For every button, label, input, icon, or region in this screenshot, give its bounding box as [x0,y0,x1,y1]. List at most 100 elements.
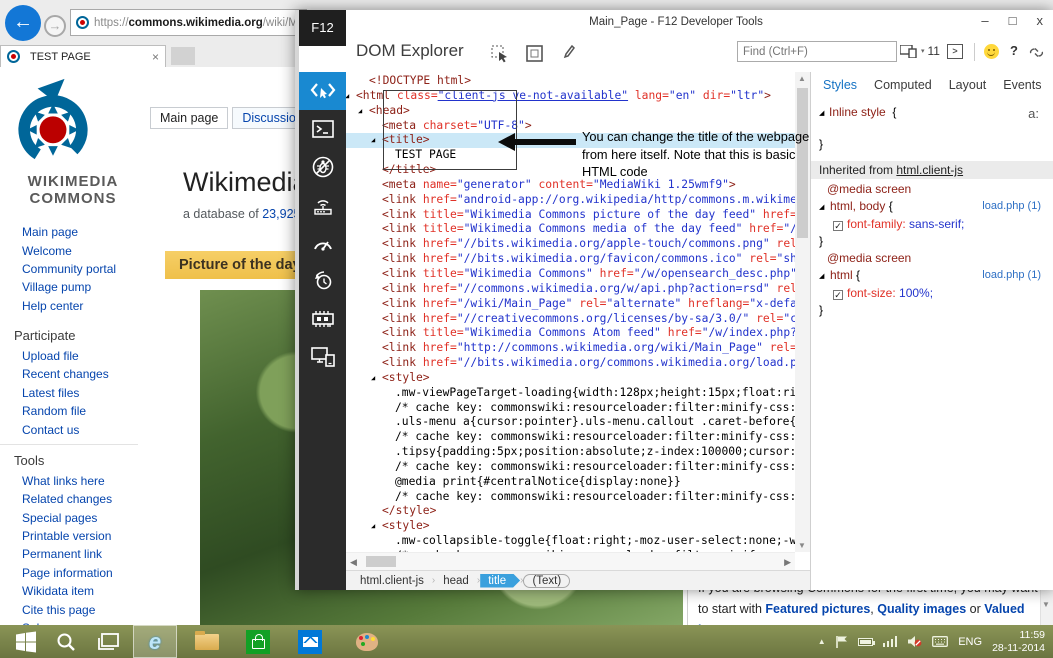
ui-responsiveness-icon[interactable] [299,224,346,262]
tab-computed[interactable]: Computed [874,78,932,92]
property-checkbox[interactable]: ✓ [833,290,843,300]
taskbar-clock[interactable]: 11:59 28-11-2014 [992,629,1045,654]
dom-tree-node[interactable]: .mw-viewPageTarget-loading{width:128px;h… [346,386,795,401]
minimize-button[interactable]: – [981,13,988,28]
tab-events[interactable]: Events [1003,78,1041,92]
console-icon[interactable] [299,110,346,148]
commons-logo[interactable]: WIKIMEDIA COMMONS [0,67,146,207]
emulation-icon[interactable] [299,338,346,376]
breadcrumb-item-text[interactable]: (Text) [523,574,570,588]
dom-tree-node[interactable]: <link title="Wikimedia Commons" href="/w… [346,267,795,282]
article-tab-main-page[interactable]: Main page [150,107,228,129]
language-indicator[interactable]: ENG [958,636,982,648]
keyboard-icon[interactable] [932,636,948,647]
sidebar-link-latest-files[interactable]: Latest files [0,384,146,402]
expand-arrow-icon[interactable]: ◢ [371,371,382,386]
forward-button[interactable]: → [44,15,66,37]
dom-tree-node[interactable]: </style> [346,504,795,519]
dom-tree-node[interactable]: .uls-menu a{cursor:pointer}.uls-menu.cal… [346,415,795,430]
color-picker-icon[interactable] [559,45,575,61]
internet-explorer-button[interactable]: e [133,625,177,658]
scrollbar-thumb[interactable] [366,556,396,567]
dom-tree-node[interactable]: <link title="Wikimedia Commons Atom feed… [346,326,795,341]
sidebar-link-welcome[interactable]: Welcome [0,241,146,259]
property-checkbox[interactable]: ✓ [833,221,843,231]
dom-tree-node[interactable]: @media print{#centralNotice{display:none… [346,475,795,490]
scroll-left-icon[interactable]: ◀ [350,557,357,568]
scroll-right-icon[interactable]: ▶ [784,557,791,568]
sidebar-link-village-pump[interactable]: Village pump [0,278,146,296]
find-input[interactable] [737,41,897,62]
file-explorer-button[interactable] [186,625,228,658]
open-console-icon[interactable]: > [947,44,963,59]
new-tab-button[interactable] [171,47,195,65]
help-icon[interactable]: ? [1010,43,1018,58]
browser-tab[interactable]: TEST PAGE × [0,45,166,67]
address-bar[interactable]: https://commons.wikimedia.org/wiki/Main_… [70,9,307,36]
expand-arrow-icon[interactable]: ◢ [371,519,382,534]
expand-arrow-icon[interactable]: ◢ [346,89,356,104]
sidebar-link-main-page[interactable]: Main page [0,223,146,241]
profiler-icon[interactable] [299,262,346,300]
back-button[interactable]: ← [5,5,41,41]
scroll-down-icon[interactable]: ▼ [1042,600,1050,609]
pseudo-state-toggle[interactable]: a: [1028,106,1039,121]
maximize-button[interactable]: □ [1009,13,1017,28]
select-element-icon[interactable] [491,45,509,63]
dom-tree-node[interactable]: <link href="//creativecommons.org/licens… [346,312,795,327]
dom-tree-node[interactable]: <link href="http://commons.wikimedia.org… [346,341,795,356]
mail-button[interactable] [290,625,330,658]
inherited-element-link[interactable]: html.client-js [896,163,963,177]
dom-tree-node[interactable]: /* cache key: commonswiki:resourceloader… [346,460,795,475]
dom-tree-node[interactable]: /* cache key: commonswiki:resourceloader… [346,490,795,505]
dom-tree-node[interactable]: <link title="Wikimedia Commons media of … [346,222,795,237]
sidebar-link-community-portal[interactable]: Community portal [0,260,146,278]
scroll-down-icon[interactable]: ▼ [798,541,806,550]
sidebar-link-page-information[interactable]: Page information [0,564,146,582]
breadcrumb-item-html.client-js[interactable]: html.client-js [352,574,432,588]
network-signal-icon[interactable] [883,636,898,647]
sidebar-link-help-center[interactable]: Help center [0,297,146,315]
expand-arrow-icon[interactable]: ◢ [819,268,830,285]
sidebar-link-related-changes[interactable]: Related changes [0,490,146,508]
action-center-flag-icon[interactable] [836,635,848,648]
document-mode-selector[interactable]: ▾ 11 [900,44,940,58]
sidebar-link-cite-this-page[interactable]: Cite this page [0,600,146,618]
dom-tree-node[interactable]: <link href="//bits.wikimedia.org/commons… [346,356,795,371]
tab-layout[interactable]: Layout [949,78,987,92]
dom-tree-node[interactable]: <link href="//bits.wikimedia.org/favicon… [346,252,795,267]
expand-arrow-icon[interactable]: ◢ [371,133,382,148]
sidebar-link-what-links-here[interactable]: What links here [0,472,146,490]
breadcrumb-item-title[interactable]: title [480,574,520,588]
dom-horizontal-scrollbar[interactable]: ◀ ▶ [346,552,795,570]
expand-arrow-icon[interactable]: ◢ [819,199,830,216]
unpin-icon[interactable] [1029,46,1044,59]
devtools-titlebar[interactable]: Main_Page - F12 Developer Tools – □ x [299,10,1053,37]
expand-arrow-icon[interactable]: ◢ [358,104,369,119]
style-source-link[interactable]: load.php (1) [982,267,1041,284]
volume-muted-icon[interactable] [907,635,922,648]
sidebar-link-upload-file[interactable]: Upload file [0,347,146,365]
sidebar-link-special-pages[interactable]: Special pages [0,509,146,527]
battery-icon[interactable] [858,638,873,646]
style-source-link[interactable]: load.php (1) [982,198,1041,215]
debugger-icon[interactable] [299,148,346,186]
memory-icon[interactable] [299,300,346,338]
dom-tree-node[interactable]: <link href="android-app://org.wikipedia/… [346,193,795,208]
dom-tree-node[interactable]: /* cache key: commonswiki:resourceloader… [346,430,795,445]
sidebar-link-contact-us[interactable]: Contact us [0,420,146,438]
sidebar-link-printable-version[interactable]: Printable version [0,527,146,545]
welcome-link[interactable]: Featured pictures [765,602,870,616]
network-icon[interactable] [299,186,346,224]
sidebar-link-random-file[interactable]: Random file [0,402,146,420]
dom-tree-node[interactable]: .tipsy{padding:5px;position:absolute;z-i… [346,445,795,460]
close-button[interactable]: x [1037,13,1044,28]
start-button[interactable] [6,625,46,658]
dom-tree-node[interactable]: <!DOCTYPE html> [346,74,795,89]
paint-button[interactable] [345,625,389,658]
sidebar-link-recent-changes[interactable]: Recent changes [0,365,146,383]
dom-tree-node[interactable]: ◢<style> [346,371,795,386]
task-view-button[interactable] [90,625,126,658]
store-button[interactable] [238,625,278,658]
sidebar-link-wikidata-item[interactable]: Wikidata item [0,582,146,600]
